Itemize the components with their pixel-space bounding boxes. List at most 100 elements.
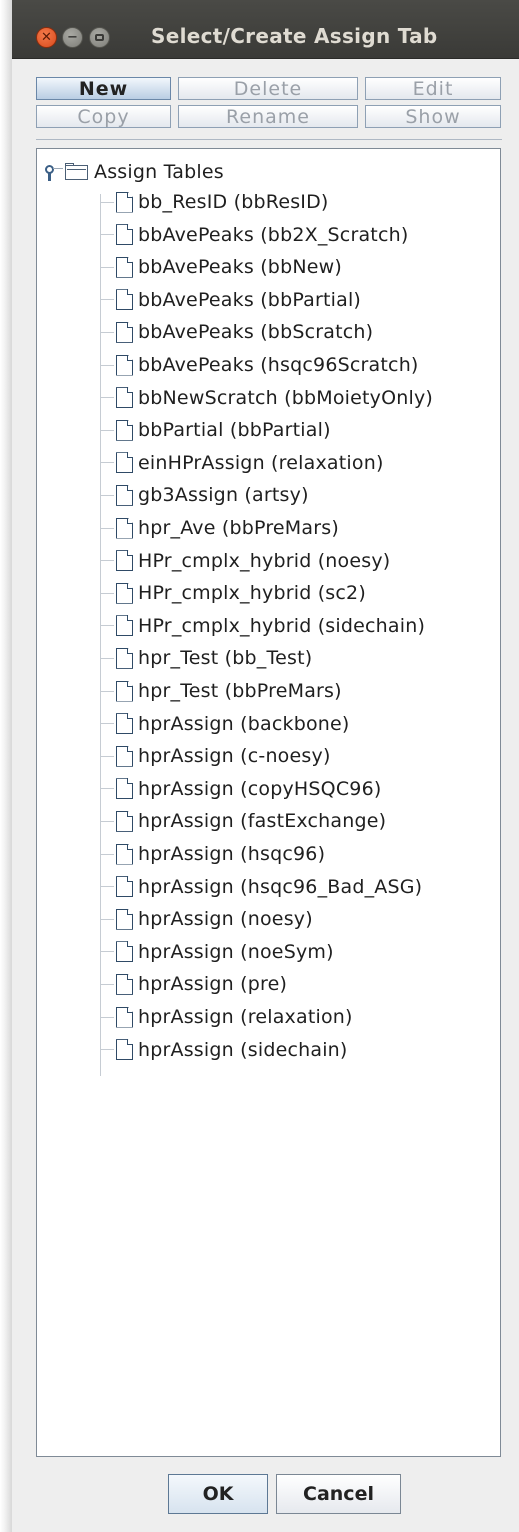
tree-branch-line (100, 234, 114, 236)
cancel-button[interactable]: Cancel (276, 1474, 401, 1514)
document-icon (116, 289, 133, 311)
tree-item-label: HPr_cmplx_hybrid (sidechain) (138, 614, 426, 637)
tree-branch-line (100, 755, 114, 757)
tree-item-label: hprAssign (c-noesy) (138, 745, 331, 768)
document-icon (116, 321, 133, 343)
new-button[interactable]: New (36, 77, 171, 100)
tree-branch-line (100, 951, 114, 953)
tree-item-label: hprAssign (sidechain) (138, 1038, 348, 1061)
tree-item[interactable]: hpr_Test (bb_Test) (93, 645, 312, 671)
document-icon (116, 615, 133, 637)
window-title: Select/Create Assign Tab (151, 24, 438, 48)
tree-item-label: hprAssign (noeSym) (138, 940, 334, 963)
tree-item-label: bbAvePeaks (bbScratch) (138, 321, 374, 344)
tree-item[interactable]: bbAvePeaks (bbNew) (93, 254, 342, 280)
document-icon (116, 191, 133, 213)
document-icon (116, 256, 133, 278)
tree-branch-line (100, 625, 114, 627)
toolbar-separator (36, 139, 502, 140)
tree-branch-line (100, 918, 114, 920)
tree-item-label: hpr_Ave (bbPreMars) (138, 517, 339, 539)
tree-item[interactable]: hpr_Ave (bbPreMars) (93, 515, 339, 541)
tree-item[interactable]: bbAvePeaks (bbScratch) (93, 319, 373, 345)
document-icon (116, 908, 133, 930)
tree-item[interactable]: hprAssign (sidechain) (93, 1037, 348, 1063)
tree-item[interactable]: hprAssign (backbone) (93, 711, 350, 737)
tree-item[interactable]: bbAvePeaks (bbPartial) (93, 287, 361, 313)
document-icon (116, 387, 133, 409)
tree-item[interactable]: hprAssign (relaxation) (93, 1004, 353, 1030)
tree-item[interactable]: gb3Assign (artsy) (93, 482, 309, 508)
assign-table-tree[interactable]: Assign Tables bb_ResID (bbResID) bbAvePea… (36, 148, 501, 1457)
tree-item[interactable]: HPr_cmplx_hybrid (noesy) (93, 548, 390, 574)
tree-item-label: hprAssign (fastExchange) (138, 810, 387, 833)
ok-button[interactable]: OK (168, 1474, 268, 1514)
tree-item-label: einHPrAssign (relaxation) (138, 451, 384, 474)
tree-branch-line (100, 690, 114, 692)
tree-expand-handle-icon[interactable] (45, 162, 63, 182)
tree-branch-line (100, 723, 114, 725)
tree-item[interactable]: bbAvePeaks (bb2X_Scratch) (93, 222, 408, 248)
tree-item-label: bb_ResID (bbResID) (138, 191, 329, 213)
tree-branch-line (100, 657, 114, 659)
document-icon (116, 941, 133, 963)
title-bar[interactable]: ✕ − Select/Create Assign Tab (12, 0, 519, 59)
tree-item[interactable]: hprAssign (c-noesy) (93, 743, 331, 769)
tree-item[interactable]: hprAssign (noeSym) (93, 939, 334, 965)
tree-item-label: hprAssign (backbone) (138, 712, 350, 735)
document-icon (116, 550, 133, 572)
minimize-icon[interactable]: − (62, 27, 83, 48)
tree-item[interactable]: bbAvePeaks (hsqc96Scratch) (93, 352, 419, 378)
tree-branch-line (100, 331, 114, 333)
document-icon (116, 876, 133, 898)
rename-button[interactable]: Rename (178, 105, 358, 128)
tree-item[interactable]: hprAssign (hsqc96_Bad_ASG) (93, 874, 422, 900)
show-button[interactable]: Show (365, 105, 501, 128)
document-icon (116, 778, 133, 800)
tree-branch-line (100, 983, 114, 985)
tree-branch-line (100, 788, 114, 790)
tree-item-label: hprAssign (noesy) (138, 908, 313, 931)
document-icon (116, 452, 133, 474)
maximize-icon[interactable] (89, 27, 110, 48)
tree-item[interactable]: hpr_Test (bbPreMars) (93, 678, 342, 704)
tree-branch-line (100, 1049, 114, 1051)
document-icon (116, 419, 133, 441)
tree-item-label: bbAvePeaks (hsqc96Scratch) (138, 354, 419, 376)
tree-item[interactable]: einHPrAssign (relaxation) (93, 450, 384, 476)
window-shadow (0, 0, 12, 1532)
tree-branch-line (100, 462, 114, 464)
tree-branch-line (100, 886, 114, 888)
tree-item[interactable]: hprAssign (noesy) (93, 906, 313, 932)
delete-button[interactable]: Delete (178, 77, 358, 100)
tree-item-label: hprAssign (relaxation) (138, 1006, 353, 1028)
tree-branch-line (100, 266, 114, 268)
tree-root[interactable]: Assign Tables (45, 159, 224, 185)
tree-item[interactable]: bb_ResID (bbResID) (93, 189, 329, 215)
tree-branch-line (100, 853, 114, 855)
tree-item-label: bbAvePeaks (bbNew) (138, 256, 342, 279)
tree-item[interactable]: hprAssign (pre) (93, 971, 287, 997)
tree-item-label: HPr_cmplx_hybrid (noesy) (138, 549, 391, 572)
tree-item[interactable]: hprAssign (hsqc96) (93, 841, 325, 867)
tree-item[interactable]: HPr_cmplx_hybrid (sc2) (93, 580, 366, 606)
tree-item[interactable]: hprAssign (copyHSQC96) (93, 776, 381, 802)
tree-branch-line (100, 364, 114, 366)
tree-item-label: bbPartial (bbPartial) (138, 419, 331, 442)
tree-item[interactable]: HPr_cmplx_hybrid (sidechain) (93, 613, 425, 639)
tree-item[interactable]: bbPartial (bbPartial) (93, 417, 331, 443)
copy-button[interactable]: Copy (36, 105, 171, 128)
close-icon[interactable]: ✕ (36, 27, 57, 48)
document-icon (116, 582, 133, 604)
tree-item-label: gb3Assign (artsy) (138, 484, 309, 507)
tree-item-label: hprAssign (hsqc96) (138, 843, 326, 865)
document-icon (116, 354, 133, 376)
tree-branch-line (100, 299, 114, 301)
tree-item[interactable]: hprAssign (fastExchange) (93, 808, 386, 834)
tree-item[interactable]: bbNewScratch (bbMoietyOnly) (93, 385, 433, 411)
edit-button[interactable]: Edit (365, 77, 501, 100)
tree-item-label: hpr_Test (bb_Test) (138, 647, 313, 670)
document-icon (116, 843, 133, 865)
tree-branch-line (100, 560, 114, 562)
tree-item-label: bbAvePeaks (bbPartial) (138, 288, 362, 311)
